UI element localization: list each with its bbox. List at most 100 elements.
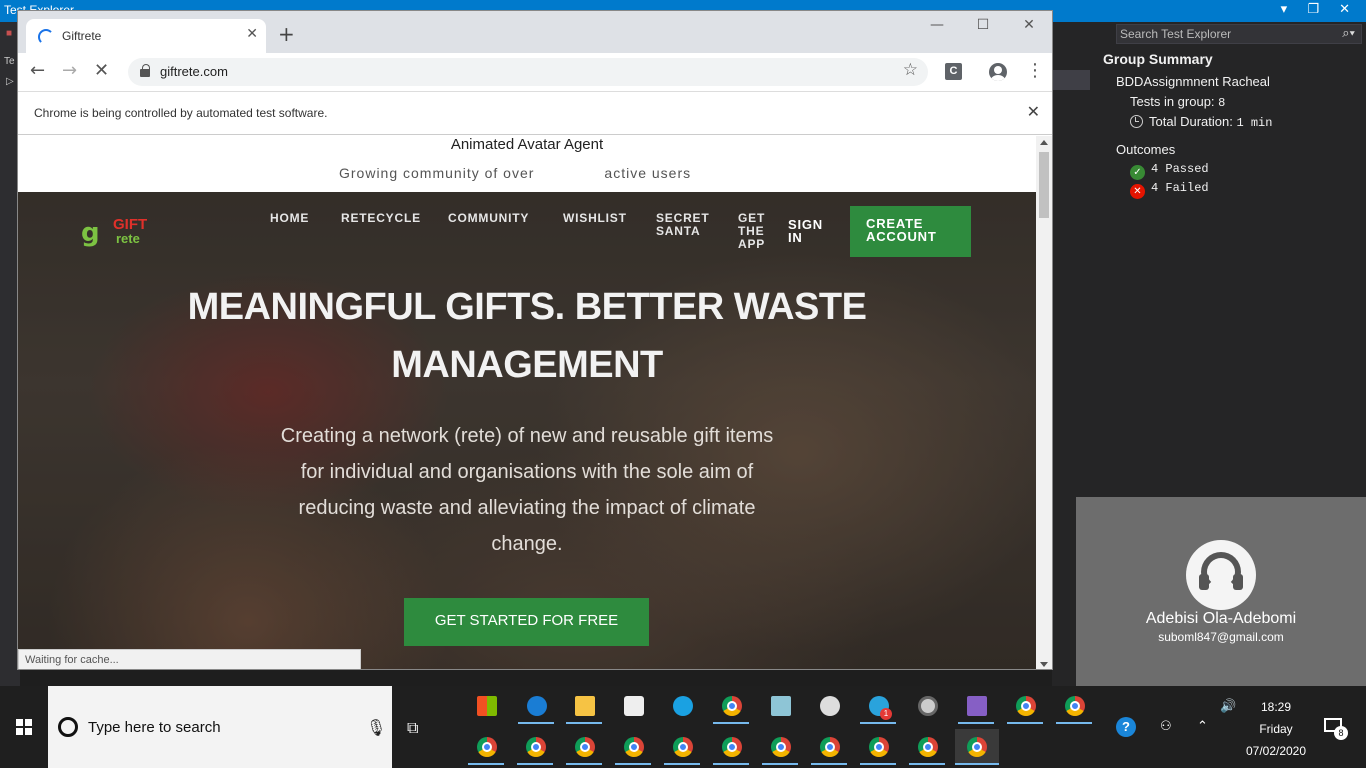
community-text-a: Growing community of over xyxy=(339,165,535,181)
disc-icon xyxy=(918,696,938,716)
visual-studio-app[interactable] xyxy=(958,688,994,724)
chrome-window-btn[interactable] xyxy=(860,729,896,765)
page-viewport: Animated Avatar Agent Growing community … xyxy=(18,136,1036,669)
chrome-window-btn[interactable] xyxy=(468,729,504,765)
chrome-icon xyxy=(820,737,840,757)
chrome-window-btn[interactable] xyxy=(713,729,749,765)
search-icon[interactable]: ⌕▾ xyxy=(1342,25,1355,41)
scroll-down-icon[interactable] xyxy=(1040,662,1048,667)
chrome-window-btn[interactable] xyxy=(909,729,945,765)
nav-get-the-app[interactable]: GET THE APP xyxy=(738,212,768,251)
chrome-app-2[interactable] xyxy=(1007,688,1043,724)
clock-time: 18:29 xyxy=(1260,700,1292,714)
outcome-failed[interactable]: ✕ 4 Failed xyxy=(1130,181,1209,199)
help-icon[interactable]: ? xyxy=(1116,717,1136,737)
new-tab-icon[interactable]: + xyxy=(278,24,295,44)
vs-left-tab-stop[interactable]: ■ xyxy=(6,28,12,39)
nav-wishlist[interactable]: WISHLIST xyxy=(563,212,627,225)
page-scrollbar[interactable] xyxy=(1036,136,1052,669)
edge-app[interactable] xyxy=(518,688,554,724)
paint-icon xyxy=(820,696,840,716)
create-account-button[interactable]: CREATE ACCOUNT xyxy=(850,206,971,257)
get-started-button[interactable]: GET STARTED FOR FREE xyxy=(404,598,649,646)
ie-app[interactable] xyxy=(664,688,700,724)
close-window-icon[interactable]: ✕ xyxy=(1006,11,1052,39)
lock-icon[interactable] xyxy=(140,64,150,77)
address-bar[interactable]: giftrete.com ☆ xyxy=(128,58,928,86)
chrome-window-btn[interactable] xyxy=(762,729,798,765)
taskbar-clock[interactable]: 18:29 Friday 07/02/2020 xyxy=(1238,696,1314,762)
forward-arrow-icon[interactable]: → xyxy=(62,60,77,82)
outcome-passed[interactable]: ✓ 4 Passed xyxy=(1130,162,1209,180)
windows-taskbar: Type here to search 🎙 ⧉ 1 🔊 ? ⚇ ⌃ 18:29 … xyxy=(0,686,1366,768)
scroll-up-icon[interactable] xyxy=(1040,140,1048,145)
windows-logo-icon xyxy=(16,719,32,735)
telegram-badge: 1 xyxy=(880,708,892,720)
generic-app[interactable] xyxy=(909,688,945,724)
chrome-icon xyxy=(526,737,546,757)
community-text-b: active users xyxy=(604,165,692,181)
avatar-email: suboml847@gmail.com xyxy=(1158,630,1284,644)
loading-spinner-icon xyxy=(38,29,54,45)
test-explorer-search[interactable]: Search Test Explorer ⌕▾ xyxy=(1116,24,1362,44)
microphone-icon[interactable]: 🎙 xyxy=(366,718,386,737)
tab-close-icon[interactable]: ✕ xyxy=(246,26,258,42)
nav-retecycle[interactable]: RETECYCLE xyxy=(341,212,421,225)
avatar-name: Adebisi Ola-Adebomi xyxy=(1145,610,1297,627)
chrome-window-btn[interactable] xyxy=(664,729,700,765)
people-icon[interactable]: ⚇ xyxy=(1160,718,1172,734)
nav-sign-in[interactable]: SIGN IN xyxy=(788,218,828,244)
extension-c-icon[interactable]: C xyxy=(945,63,962,80)
infobar-close-icon[interactable]: ✕ xyxy=(1027,102,1040,121)
passed-label: 4 Passed xyxy=(1151,162,1209,176)
store-app[interactable] xyxy=(468,688,504,724)
group-summary-title: Group Summary xyxy=(1103,51,1213,67)
chrome-app-1[interactable] xyxy=(713,688,749,724)
nav-community[interactable]: COMMUNITY xyxy=(448,212,529,225)
automation-infobar: Chrome is being controlled by automated … xyxy=(18,91,1052,135)
chrome-window-btn[interactable] xyxy=(811,729,847,765)
chrome-window-btn-active[interactable] xyxy=(955,729,999,765)
logo-mark-icon: g xyxy=(81,218,100,248)
vs-left-tab-run[interactable]: ▷ xyxy=(6,76,14,87)
scrollbar-thumb[interactable] xyxy=(1039,152,1049,218)
taskbar-search[interactable]: Type here to search 🎙 xyxy=(48,686,392,768)
chrome-app-3[interactable] xyxy=(1056,688,1092,724)
test-explorer-search-placeholder: Search Test Explorer xyxy=(1120,27,1232,41)
chrome-icon xyxy=(869,737,889,757)
nav-home[interactable]: HOME xyxy=(270,212,309,225)
passed-icon: ✓ xyxy=(1130,165,1145,180)
task-view-icon[interactable]: ⧉ xyxy=(407,718,418,738)
vs-left-tab-test[interactable]: Te xyxy=(4,56,15,67)
profile-avatar-icon[interactable] xyxy=(989,63,1007,81)
status-text: Waiting for cache... xyxy=(25,654,119,666)
chrome-icon xyxy=(1016,696,1036,716)
chrome-icon xyxy=(673,737,693,757)
camera-app[interactable] xyxy=(615,688,651,724)
start-button[interactable] xyxy=(0,686,48,768)
cortana-icon[interactable] xyxy=(58,717,78,737)
chrome-window-btn[interactable] xyxy=(566,729,602,765)
notepad-app[interactable] xyxy=(762,688,798,724)
paint-app[interactable] xyxy=(811,688,847,724)
vs-window-controls[interactable]: ▾ ❐ ✕ xyxy=(1281,2,1358,17)
chrome-icon xyxy=(918,737,938,757)
outcomes-title: Outcomes xyxy=(1116,142,1176,157)
minimize-icon[interactable]: — xyxy=(914,11,960,39)
kebab-menu-icon[interactable]: ⋮ xyxy=(1026,60,1044,82)
bookmark-star-icon[interactable]: ☆ xyxy=(903,60,918,80)
volume-icon[interactable]: 🔊 xyxy=(1220,698,1236,714)
chevron-up-icon[interactable]: ⌃ xyxy=(1197,718,1208,734)
back-arrow-icon[interactable]: ← xyxy=(30,60,45,82)
nav-secret-santa[interactable]: SECRET SANTA xyxy=(656,212,712,238)
failed-icon: ✕ xyxy=(1130,184,1145,199)
giftrete-logo[interactable]: g GIFT rete xyxy=(81,216,147,250)
file-explorer-app[interactable] xyxy=(566,688,602,724)
telegram-app[interactable]: 1 xyxy=(860,688,896,724)
notepad-icon xyxy=(771,696,791,716)
maximize-icon[interactable]: ☐ xyxy=(960,11,1006,39)
chrome-window-btn[interactable] xyxy=(615,729,651,765)
tab-giftrete[interactable]: Giftrete ✕ xyxy=(26,19,266,53)
chrome-window-btn[interactable] xyxy=(517,729,553,765)
stop-loading-icon[interactable]: ✕ xyxy=(94,60,109,82)
